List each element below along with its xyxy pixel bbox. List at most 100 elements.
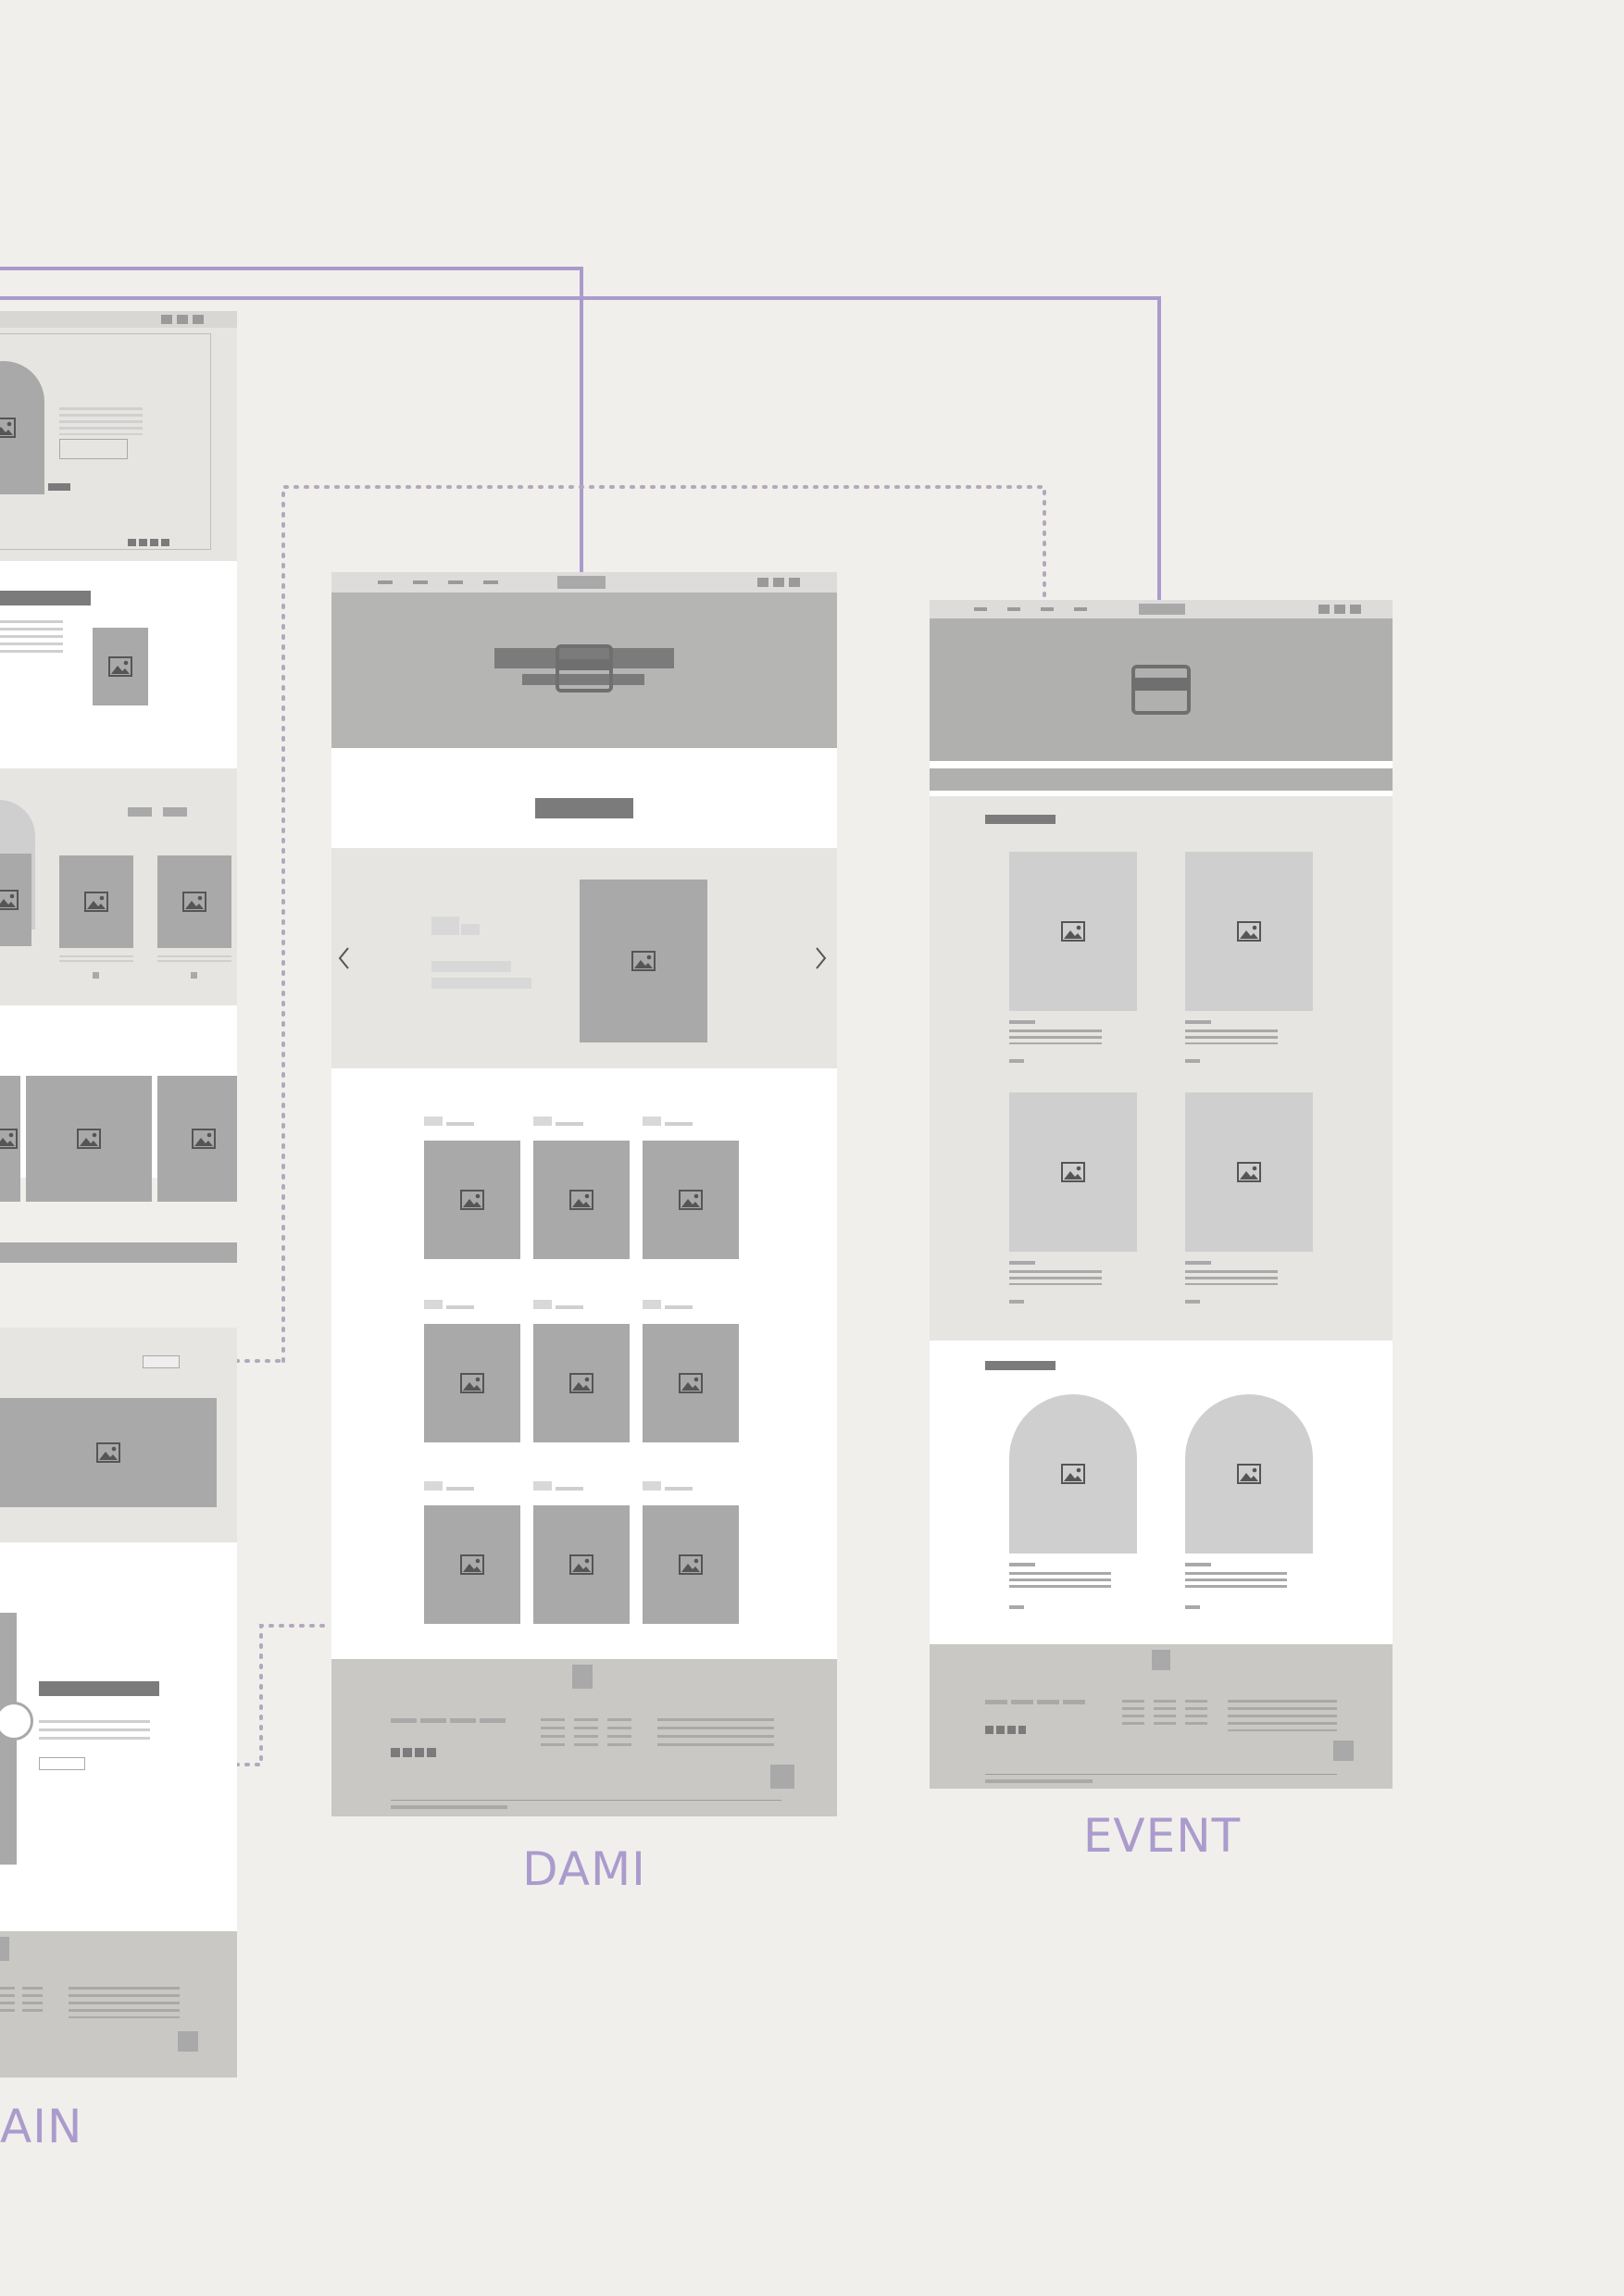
dami-section-title <box>535 798 633 818</box>
product-image <box>643 1324 739 1442</box>
main-footer-square <box>178 2031 198 2052</box>
main-page-label: AIN <box>0 2100 83 2153</box>
image-icon <box>0 418 16 438</box>
event-card-text <box>1009 1029 1102 1044</box>
dami-footer-copyright <box>391 1805 507 1809</box>
image-icon <box>77 1129 101 1149</box>
product-image <box>533 1141 630 1259</box>
event-card-meta <box>1185 1300 1200 1304</box>
product-tag-line <box>665 1122 693 1126</box>
image-icon <box>1061 1464 1085 1484</box>
product-tag-line <box>665 1305 693 1309</box>
bag-logo-icon <box>556 644 613 693</box>
chevron-left-icon[interactable] <box>335 942 354 974</box>
dami-footer-link-col-3 <box>607 1718 631 1746</box>
event-arch-heading <box>985 1361 1056 1370</box>
event-card-meta <box>1009 1300 1024 1304</box>
product-tag <box>533 1481 552 1491</box>
event-footer-square <box>1333 1741 1354 1761</box>
product-tag <box>424 1300 443 1309</box>
image-icon <box>96 1442 120 1463</box>
image-icon <box>569 1190 593 1210</box>
dami-product-grid <box>424 1117 739 1641</box>
event-card-text <box>1185 1029 1278 1044</box>
main-footer-info <box>69 1987 180 2018</box>
event-footer-info <box>1228 1700 1337 1731</box>
product-tag <box>533 1117 552 1126</box>
image-icon <box>460 1190 484 1210</box>
main-story-button <box>39 1757 85 1770</box>
dami-nav-links <box>378 580 507 584</box>
main-footer-link-col-2 <box>22 1987 43 2013</box>
image-icon <box>569 1554 593 1575</box>
main-page-wireframe <box>0 311 237 2078</box>
image-icon <box>0 1129 18 1149</box>
product-tag-line <box>446 1122 474 1126</box>
main-intro-text-lines <box>0 620 63 657</box>
main-product-dot-2 <box>93 972 99 979</box>
event-card-tag <box>1185 1020 1211 1024</box>
product-image <box>424 1141 520 1259</box>
main-hero-arch-image <box>0 361 44 494</box>
event-card-text <box>1009 1270 1102 1285</box>
dami-footer-social <box>391 1748 437 1757</box>
main-nav-icons <box>161 315 204 324</box>
bag-logo-icon <box>1131 665 1191 715</box>
dami-footer-square <box>770 1765 794 1789</box>
event-card-meta <box>1009 1059 1024 1063</box>
dami-carousel-small-blocks <box>431 917 459 935</box>
main-gallery-image-3 <box>157 1076 237 1202</box>
product-image <box>533 1324 630 1442</box>
main-footer-link-col-1 <box>0 1987 15 2013</box>
main-gallery-image-2 <box>26 1076 152 1202</box>
product-tag-line <box>446 1487 474 1491</box>
image-icon <box>631 951 656 971</box>
product-tag-line <box>446 1305 474 1309</box>
event-nav-icons <box>1318 605 1361 614</box>
event-page-label: EVENT <box>1082 1809 1242 1863</box>
product-image <box>424 1324 520 1442</box>
dami-carousel-image <box>580 880 707 1042</box>
event-footer-link-col-2 <box>1154 1700 1176 1726</box>
main-gallery-image-1 <box>0 1076 20 1202</box>
image-icon <box>679 1190 703 1210</box>
event-page-wireframe <box>930 600 1393 1789</box>
main-gallery-band <box>0 1242 237 1263</box>
event-arch-meta <box>1185 1605 1200 1609</box>
product-image <box>424 1505 520 1624</box>
event-card-meta <box>1185 1059 1200 1063</box>
main-story-heading <box>39 1681 159 1696</box>
dami-carousel-small-block-2 <box>461 924 480 935</box>
event-card-image <box>1185 1092 1313 1252</box>
event-card-tag <box>1009 1020 1035 1024</box>
dami-footer-link-col-1 <box>541 1718 565 1746</box>
product-tag-line <box>556 1305 583 1309</box>
event-footer-logo <box>1152 1650 1170 1670</box>
event-nav-links <box>974 607 1091 611</box>
event-card-grid <box>1009 852 1315 1315</box>
event-card-image <box>1009 852 1137 1011</box>
event-footer-rule <box>985 1774 1337 1775</box>
main-intro-image <box>93 628 148 705</box>
dami-footer-logo <box>572 1665 593 1689</box>
main-hero-button <box>59 439 128 459</box>
image-icon <box>1061 921 1085 942</box>
main-products-filter-1 <box>128 807 152 817</box>
event-footer-link-col-1 <box>1122 1700 1144 1726</box>
event-card-image <box>1185 852 1313 1011</box>
main-product-caption-2 <box>59 955 133 963</box>
main-story-text-lines <box>39 1720 150 1741</box>
image-icon <box>569 1373 593 1393</box>
image-icon <box>1237 1162 1261 1182</box>
event-arch-tag <box>1185 1563 1211 1566</box>
event-arch-text <box>1009 1572 1111 1591</box>
main-banner-image <box>0 1398 217 1507</box>
event-arch-meta <box>1009 1605 1024 1609</box>
chevron-right-icon[interactable] <box>811 942 830 974</box>
dami-footer-text <box>391 1718 509 1723</box>
product-tag-line <box>556 1122 583 1126</box>
image-icon <box>460 1554 484 1575</box>
dami-footer-info <box>657 1718 774 1752</box>
event-arch-image <box>1009 1394 1137 1554</box>
image-icon <box>84 892 108 912</box>
